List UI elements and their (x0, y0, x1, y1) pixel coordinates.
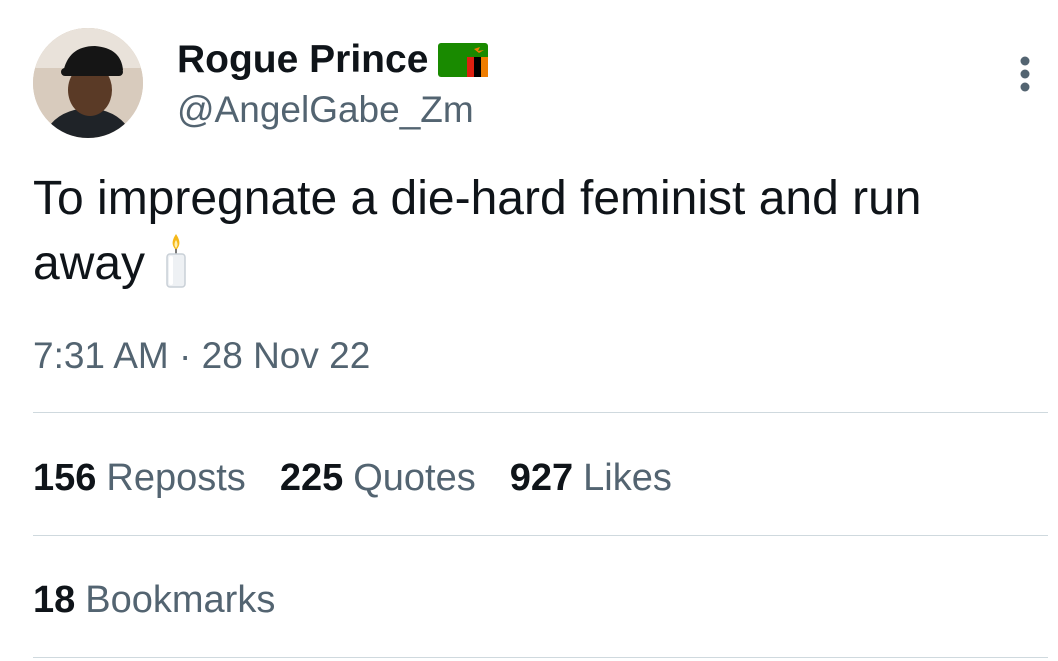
author-handle[interactable]: @AngelGabe_Zm (177, 88, 474, 132)
reposts-count: 156 (33, 457, 97, 499)
zambia-flag-icon (438, 43, 489, 77)
avatar-photo (33, 28, 143, 138)
more-options-icon[interactable] (1012, 55, 1038, 93)
reposts-stat[interactable]: 156 Reposts (33, 455, 246, 501)
candle-icon (166, 234, 186, 288)
quotes-label: Quotes (353, 457, 476, 499)
tweet-timestamp[interactable]: 7:31 AM · 28 Nov 22 (33, 334, 370, 378)
avatar[interactable] (33, 28, 143, 138)
author-display-name[interactable]: Rogue Prince (177, 38, 489, 82)
likes-label: Likes (583, 457, 672, 499)
quotes-stat[interactable]: 225 Quotes (280, 455, 476, 501)
engagement-stats: 156 Reposts 225 Quotes 927 Likes (33, 455, 672, 501)
tweet-text: To impregnate a die-hard feminist and ru… (33, 166, 1023, 296)
quotes-count: 225 (279, 457, 344, 499)
divider (33, 535, 1048, 536)
likes-count: 927 (509, 457, 574, 499)
likes-stat[interactable]: 927 Likes (510, 455, 672, 501)
bookmarks-count: 18 (33, 579, 76, 621)
divider (33, 412, 1048, 413)
reposts-label: Reposts (106, 457, 246, 499)
bookmarks-label: Bookmarks (85, 579, 276, 621)
divider (33, 657, 1048, 658)
bookmarks-stat[interactable]: 18 Bookmarks (33, 577, 275, 623)
display-name-text: Rogue Prince (177, 38, 429, 81)
